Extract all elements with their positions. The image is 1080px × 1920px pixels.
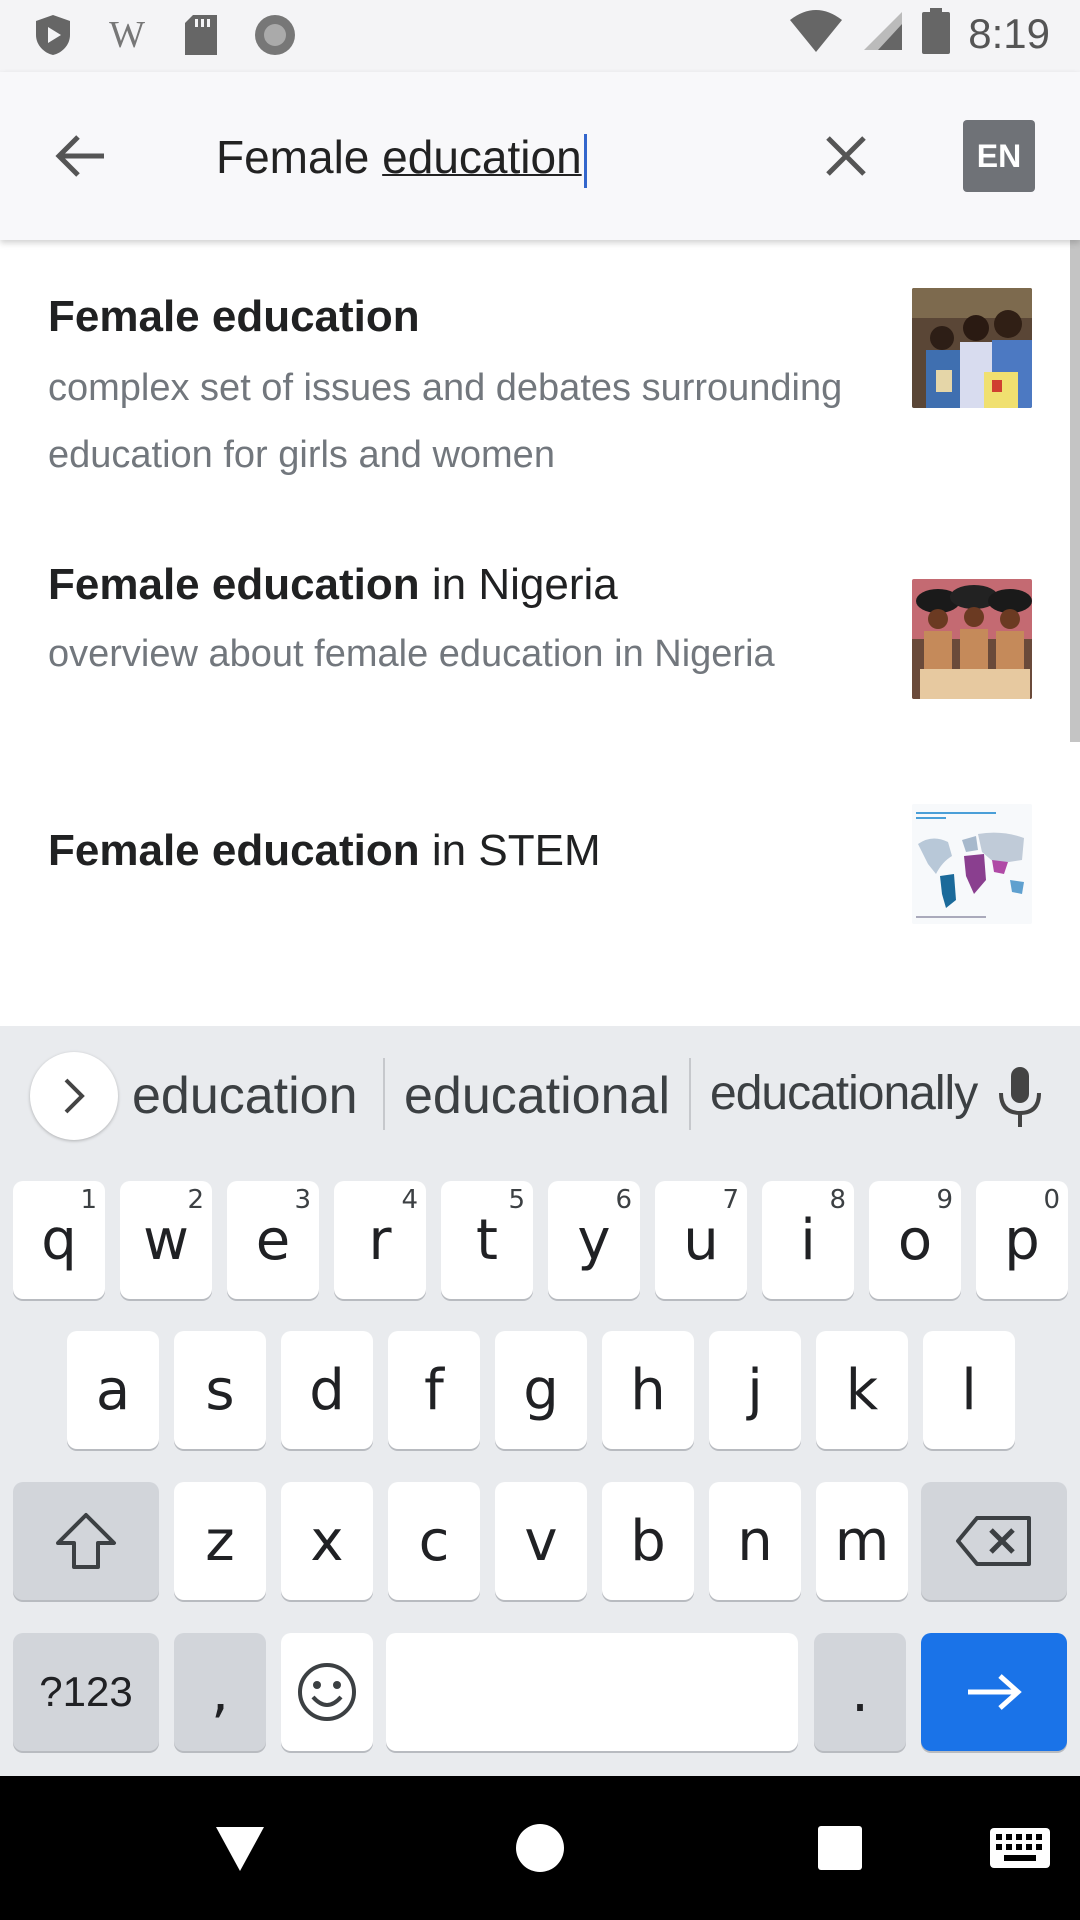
wifi-icon [788, 10, 844, 57]
enter-key[interactable] [921, 1633, 1067, 1751]
status-bar: W 8:19 [0, 0, 1080, 72]
result-item[interactable]: Female education in Nigeria overview abo… [0, 506, 1068, 746]
key-x[interactable]: x [281, 1482, 373, 1600]
search-query-prefix: Female [216, 131, 383, 183]
key-f[interactable]: f [388, 1331, 480, 1449]
home-circle-icon[interactable] [504, 1812, 576, 1884]
symbols-key[interactable]: ?123 [13, 1633, 159, 1751]
search-input[interactable]: Female education [216, 124, 587, 190]
search-query-composing: education [382, 131, 582, 183]
key-p[interactable]: p0 [976, 1181, 1068, 1299]
record-icon [252, 12, 298, 58]
wikipedia-icon: W [104, 12, 150, 58]
suggestion-strip: education educational educationally [0, 1026, 1080, 1166]
key-e[interactable]: e3 [227, 1181, 319, 1299]
key-g[interactable]: g [495, 1331, 587, 1449]
key-n[interactable]: n [709, 1482, 801, 1600]
key-l[interactable]: l [923, 1331, 1015, 1449]
key-c[interactable]: c [388, 1482, 480, 1600]
key-a[interactable]: a [67, 1331, 159, 1449]
suggestion-item[interactable]: educationally [710, 1066, 978, 1121]
space-key[interactable] [386, 1633, 798, 1751]
key-j[interactable]: j [709, 1331, 801, 1449]
svg-text:W: W [109, 15, 145, 55]
microphone-icon[interactable] [990, 1062, 1050, 1132]
play-protect-icon [30, 12, 76, 58]
result-thumbnail [912, 804, 1032, 924]
navigation-bar [0, 1776, 1080, 1920]
result-thumbnail [912, 288, 1032, 408]
key-d[interactable]: d [281, 1331, 373, 1449]
key-s[interactable]: s [174, 1331, 266, 1449]
key-q[interactable]: q1 [13, 1181, 105, 1299]
result-thumbnail [912, 579, 1032, 699]
key-y[interactable]: y6 [548, 1181, 640, 1299]
key-r[interactable]: r4 [334, 1181, 426, 1299]
result-title: Female education [48, 292, 420, 341]
key-i[interactable]: i8 [762, 1181, 854, 1299]
key-z[interactable]: z [174, 1482, 266, 1600]
keyboard-switch-icon[interactable] [984, 1812, 1056, 1884]
shift-arrow-icon [56, 1513, 116, 1569]
shift-key[interactable] [13, 1482, 159, 1600]
arrow-right-icon [968, 1674, 1022, 1710]
signal-icon [862, 10, 904, 57]
backspace-icon [956, 1516, 1031, 1566]
result-item[interactable]: Female education in STEM [0, 746, 1068, 1006]
key-t[interactable]: t5 [441, 1181, 533, 1299]
back-arrow-icon[interactable] [40, 116, 120, 196]
result-description: complex set of issues and debates surrou… [48, 367, 843, 476]
clock: 8:19 [968, 9, 1050, 57]
sd-card-icon [178, 12, 224, 58]
result-title: Female education in Nigeria [48, 560, 618, 609]
suggestion-item[interactable]: education [132, 1066, 358, 1126]
key-m[interactable]: m [816, 1482, 908, 1600]
text-cursor [583, 133, 587, 188]
result-title: Female education in STEM [48, 826, 601, 875]
battery-icon [922, 8, 951, 59]
result-description: overview about female education in Niger… [48, 633, 775, 675]
search-results-list: Female education complex set of issues a… [0, 240, 1080, 1026]
search-toolbar: Female education EN [0, 72, 1080, 240]
emoji-key[interactable] [281, 1633, 373, 1751]
key-v[interactable]: v [495, 1482, 587, 1600]
comma-key[interactable]: , [174, 1633, 266, 1751]
clear-icon[interactable] [806, 116, 886, 196]
smiley-icon [298, 1663, 356, 1721]
suggestion-divider [383, 1058, 385, 1130]
soft-keyboard: education educational educationally q1 w… [0, 1026, 1080, 1776]
key-b[interactable]: b [602, 1482, 694, 1600]
scrollbar[interactable] [1070, 240, 1080, 742]
language-button[interactable]: EN [963, 120, 1035, 192]
recents-square-icon[interactable] [804, 1812, 876, 1884]
key-w[interactable]: w2 [120, 1181, 212, 1299]
expand-chevron-icon[interactable] [30, 1052, 118, 1140]
key-k[interactable]: k [816, 1331, 908, 1449]
key-h[interactable]: h [602, 1331, 694, 1449]
period-key[interactable]: . [814, 1633, 906, 1751]
suggestion-divider [689, 1058, 691, 1130]
backspace-key[interactable] [921, 1482, 1067, 1600]
key-o[interactable]: o9 [869, 1181, 961, 1299]
suggestion-item[interactable]: educational [404, 1066, 670, 1126]
back-triangle-icon[interactable] [204, 1812, 276, 1884]
result-item[interactable]: Female education complex set of issues a… [0, 240, 1068, 506]
key-u[interactable]: u7 [655, 1181, 747, 1299]
